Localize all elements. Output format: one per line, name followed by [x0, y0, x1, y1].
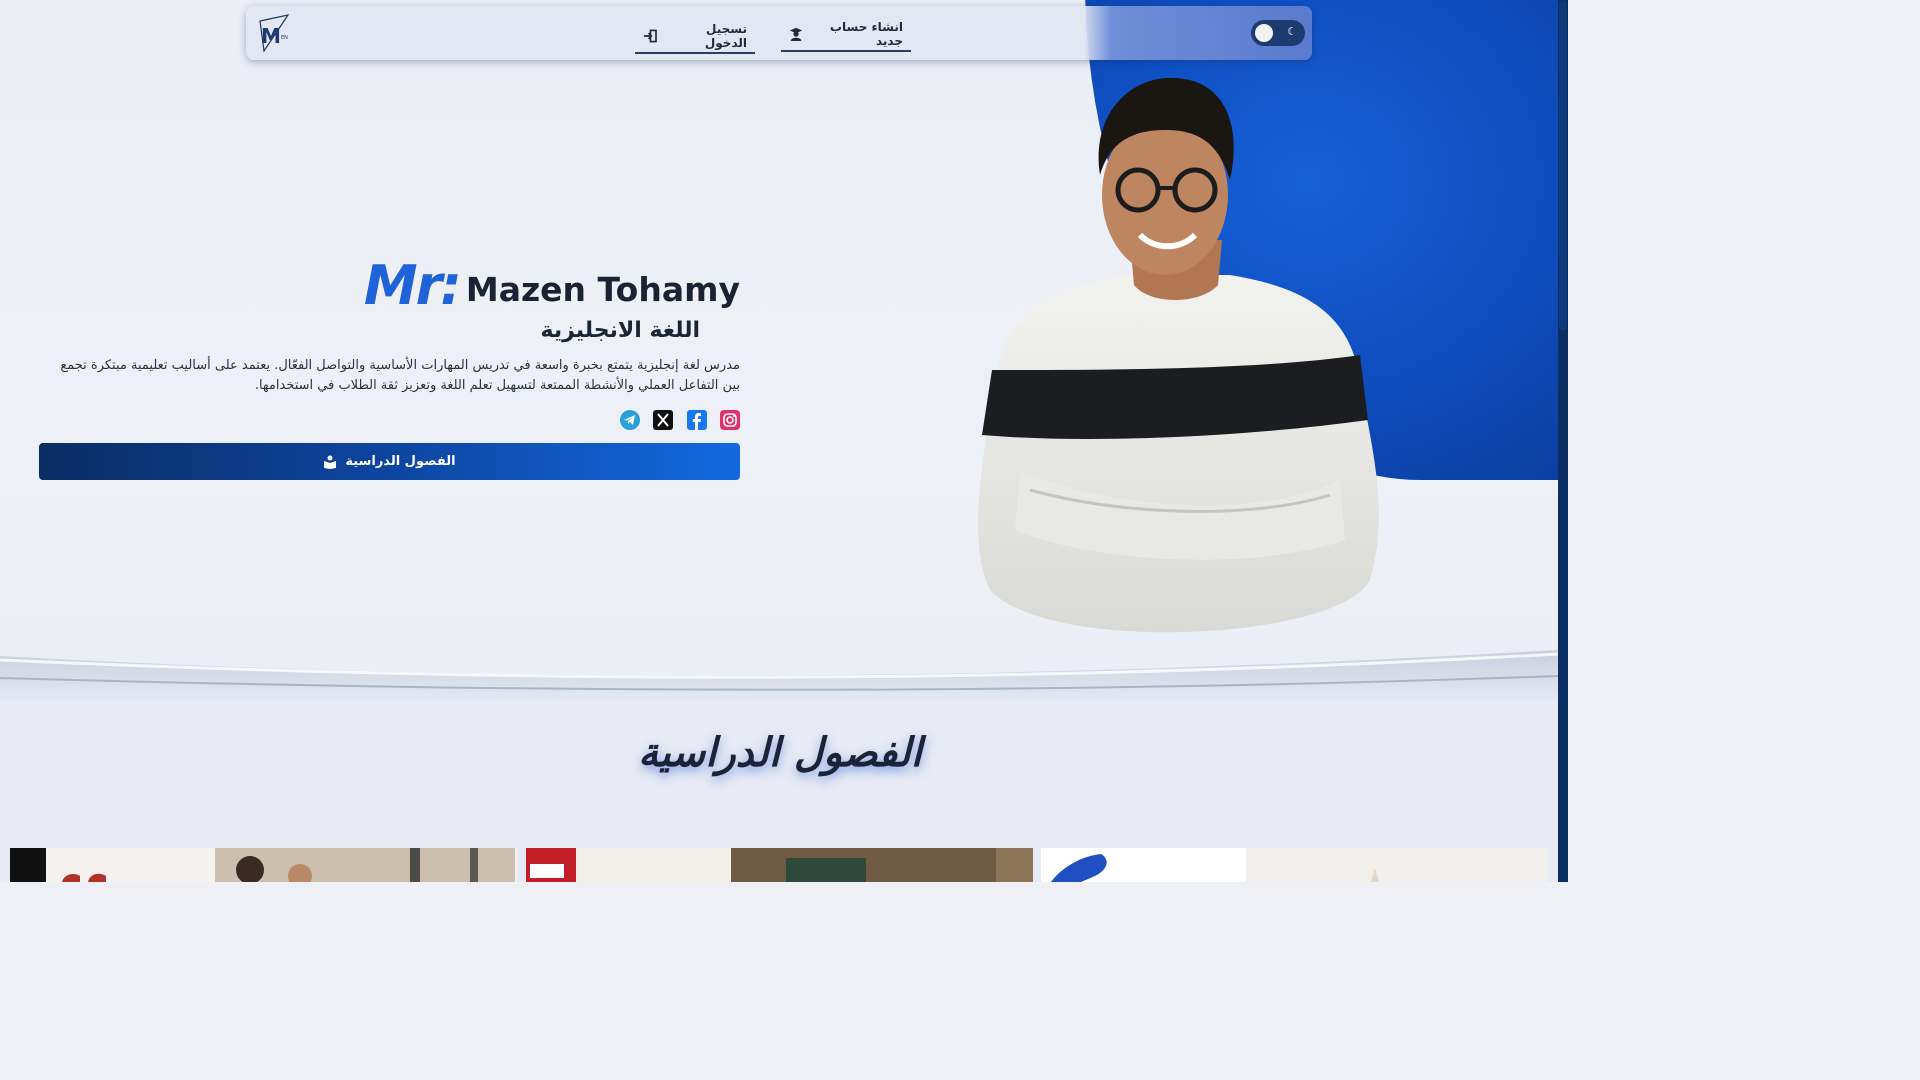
login-link[interactable]: تسجيل الدخول: [635, 20, 755, 54]
class-cards: [10, 848, 1548, 882]
login-label: تسجيل الدخول: [704, 22, 747, 50]
site-logo[interactable]: M EN: [256, 13, 292, 53]
class-card[interactable]: [1041, 848, 1548, 882]
signup-link[interactable]: انشاء حساب جديد: [781, 18, 911, 52]
facebook-icon[interactable]: [686, 410, 707, 430]
classes-section-title: الفصول الدراسية: [638, 730, 922, 776]
class-card[interactable]: [526, 848, 1033, 882]
teacher-name: Mazen Tohamy: [465, 270, 740, 309]
section-wave-divider: [0, 650, 1558, 700]
x-icon[interactable]: [653, 410, 674, 430]
class-card-image: [1041, 848, 1548, 882]
book-reader-icon: [324, 455, 337, 469]
teacher-description: مدرس لغة إنجليزية يتمتع بخبرة واسعة في ت…: [60, 358, 740, 393]
classes-button[interactable]: الفصول الدراسية: [39, 443, 740, 480]
svg-text:EN: EN: [281, 35, 288, 41]
teacher-title: Mr: Mazen Tohamy: [300, 254, 740, 317]
theme-toggle[interactable]: ☾: [1251, 20, 1305, 46]
toggle-knob: [1255, 24, 1273, 42]
login-icon: [643, 29, 657, 43]
telegram-icon[interactable]: [620, 410, 640, 430]
svg-text:M: M: [261, 24, 281, 48]
class-card-image: [526, 848, 1033, 882]
top-navbar: M EN تسجيل الدخول انشاء حساب جديد ☾: [246, 6, 1312, 60]
title-prefix: Mr:: [363, 254, 462, 317]
teacher-portrait: [978, 77, 1379, 633]
class-card[interactable]: [10, 848, 517, 882]
class-card-image: [10, 848, 517, 882]
graduate-user-icon: [789, 27, 803, 42]
social-links: [620, 410, 740, 430]
signup-label: انشاء حساب جديد: [829, 20, 903, 48]
instagram-icon[interactable]: [719, 410, 740, 430]
scrollbar-thumb[interactable]: [1559, 0, 1567, 330]
moon-icon: ☾: [1287, 25, 1297, 38]
subject-heading: اللغة الانجليزية: [540, 318, 701, 343]
classes-button-label: الفصول الدراسية: [345, 454, 456, 469]
